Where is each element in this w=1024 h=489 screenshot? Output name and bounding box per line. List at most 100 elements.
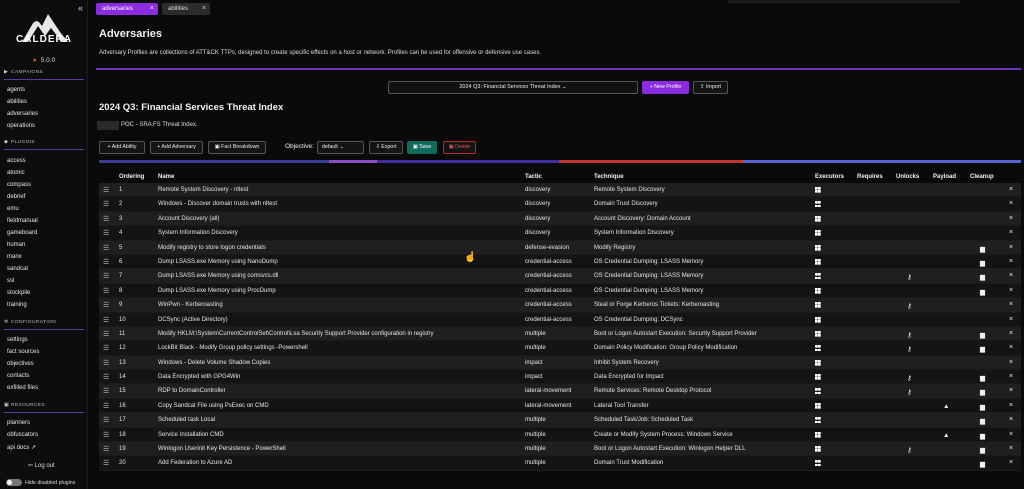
sidebar-item-gameboard[interactable]: gameboard — [7, 230, 37, 236]
remove-row-icon[interactable]: × — [1009, 186, 1013, 193]
drag-handle-icon[interactable]: ☰ — [103, 272, 109, 280]
drag-handle-icon[interactable]: ☰ — [103, 200, 109, 208]
table-row[interactable]: ☰ 20 Add Federation to Azure AD multiple Dom… — [99, 456, 1021, 471]
sidebar-item-planners[interactable]: planners — [7, 420, 30, 426]
sidebar-item-manx[interactable]: manx — [7, 254, 22, 260]
table-row[interactable]: ☰ 10 DCSync (Active Directory) credential-a… — [99, 312, 1021, 327]
sidebar-item-emu[interactable]: emu — [7, 206, 19, 212]
remove-row-icon[interactable]: × — [1009, 229, 1013, 236]
remove-row-icon[interactable]: × — [1009, 359, 1013, 366]
sidebar-item-training[interactable]: training — [7, 302, 27, 308]
add-ability-button[interactable]: + Add Ability — [99, 141, 145, 154]
remove-row-icon[interactable]: × — [1009, 258, 1013, 265]
sidebar-item-adversaries[interactable]: adversaries — [7, 111, 38, 117]
sidebar-item-access[interactable]: access — [7, 158, 26, 164]
remove-row-icon[interactable]: × — [1009, 387, 1013, 394]
remove-row-icon[interactable]: × — [1009, 215, 1013, 222]
drag-handle-icon[interactable]: ☰ — [103, 459, 109, 467]
drag-handle-icon[interactable]: ☰ — [103, 445, 109, 453]
remove-row-icon[interactable]: × — [1009, 287, 1013, 294]
sidebar-item-compass[interactable]: compass — [7, 182, 31, 188]
sidebar-item-fieldmanual[interactable]: fieldmanual — [7, 218, 38, 224]
drag-handle-icon[interactable]: ☰ — [103, 316, 109, 324]
table-row[interactable]: ☰ 1 Remote System Discovery - nltest discov… — [99, 183, 1021, 198]
objective-select[interactable]: default ⌄ — [317, 141, 364, 154]
remove-row-icon[interactable]: × — [1009, 373, 1013, 380]
close-icon[interactable]: × — [202, 3, 206, 15]
drag-handle-icon[interactable]: ☰ — [103, 186, 109, 194]
collapse-sidebar-icon[interactable]: « — [78, 3, 83, 13]
export-button[interactable]: ⇩ Export — [369, 141, 403, 154]
sidebar-item-sandcat[interactable]: sandcat — [7, 266, 28, 272]
sidebar-item-ssl[interactable]: ssl — [7, 278, 14, 284]
table-row[interactable]: ☰ 15 RDP to DomainController lateral-moveme… — [99, 384, 1021, 399]
table-row[interactable]: ☰ 4 System Information Discovery discovery S… — [99, 226, 1021, 241]
drag-handle-icon[interactable]: ☰ — [103, 330, 109, 338]
sidebar-item-fact-sources[interactable]: fact sources — [7, 349, 39, 355]
drag-handle-icon[interactable]: ☰ — [103, 258, 109, 266]
sidebar-item-exfilled-files[interactable]: exfilled files — [7, 385, 38, 391]
sidebar-item-debrief[interactable]: debrief — [7, 194, 25, 200]
tab-abilities[interactable]: abilities × — [162, 3, 210, 15]
remove-row-icon[interactable]: × — [1009, 402, 1013, 409]
table-row[interactable]: ☰ 14 Data Encrypted with GPG4Win impact Data… — [99, 370, 1021, 385]
remove-row-icon[interactable]: × — [1009, 445, 1013, 452]
remove-row-icon[interactable]: × — [1009, 244, 1013, 251]
table-row[interactable]: ☰ 2 Windows - Discover domain trusts with … — [99, 197, 1021, 212]
profile-select[interactable]: 2024 Q3: Financial Services Threat Index… — [388, 81, 638, 94]
tab-adversaries[interactable]: adversaries × — [96, 3, 158, 15]
fact-breakdown-button[interactable]: ▣ Fact Breakdown — [208, 141, 266, 154]
table-row[interactable]: ☰ 9 WinPwn - Kerberoasting credential-acces… — [99, 298, 1021, 313]
table-row[interactable]: ☰ 5 Modify registry to store logon credent… — [99, 240, 1021, 255]
drag-handle-icon[interactable]: ☰ — [103, 287, 109, 295]
sidebar-item-operations[interactable]: operations — [7, 123, 35, 129]
import-button[interactable]: ⇪ Import — [693, 81, 728, 94]
sidebar-item-stockpile[interactable]: stockpile — [7, 290, 30, 296]
add-adversary-button[interactable]: + Add Adversary — [150, 141, 203, 154]
new-profile-button[interactable]: + New Profile — [642, 81, 689, 94]
sidebar-item-obfuscators[interactable]: obfuscators — [7, 432, 38, 438]
table-row[interactable]: ☰ 13 Windows - Delete Volume Shadow Copies… — [99, 355, 1021, 371]
sidebar-item-agents[interactable]: agents — [7, 87, 25, 93]
save-button[interactable]: ▣ Save — [407, 141, 437, 154]
logout-button[interactable]: ⇦ Log out — [28, 462, 55, 469]
remove-row-icon[interactable]: × — [1009, 344, 1013, 351]
drag-handle-icon[interactable]: ☰ — [103, 373, 109, 381]
remove-row-icon[interactable]: × — [1009, 431, 1013, 438]
sidebar-item-contacts[interactable]: contacts — [7, 373, 29, 379]
drag-handle-icon[interactable]: ☰ — [103, 301, 109, 309]
sidebar-item-abilities[interactable]: abilities — [7, 99, 27, 105]
delete-button[interactable]: ▣ Delete — [443, 141, 476, 154]
table-row[interactable]: ☰ 8 Dump LSASS.exe Memory using ProcDump cr… — [99, 283, 1021, 299]
remove-row-icon[interactable]: × — [1009, 416, 1013, 423]
drag-handle-icon[interactable]: ☰ — [103, 416, 109, 424]
table-row[interactable]: ☰ 18 Service Installation CMD multiple Creat… — [99, 427, 1021, 443]
close-icon[interactable]: × — [150, 3, 154, 15]
table-row[interactable]: ☰ 6 Dump LSASS.exe Memory using NanoDump cr… — [99, 254, 1021, 270]
remove-row-icon[interactable]: × — [1009, 330, 1013, 337]
remove-row-icon[interactable]: × — [1009, 272, 1013, 279]
drag-handle-icon[interactable]: ☰ — [103, 215, 109, 223]
drag-handle-icon[interactable]: ☰ — [103, 244, 109, 252]
drag-handle-icon[interactable]: ☰ — [103, 344, 109, 352]
table-row[interactable]: ☰ 12 LockBit Black - Modify Group policy s… — [99, 341, 1021, 356]
sidebar-item-settings[interactable]: settings — [7, 337, 28, 343]
remove-row-icon[interactable]: × — [1009, 200, 1013, 207]
table-row[interactable]: ☰ 11 Modify HKLM:\System\CurrentControlSet… — [99, 326, 1021, 342]
sidebar-item-atomic[interactable]: atomic — [7, 170, 25, 176]
table-row[interactable]: ☰ 7 Dump LSASS.exe Memory using comsvcs.dl… — [99, 269, 1021, 284]
hide-disabled-plugins-toggle[interactable] — [6, 479, 22, 486]
table-row[interactable]: ☰ 17 Scheduled task Local multiple Scheduled… — [99, 413, 1021, 428]
sidebar-item-api-docs[interactable]: api docs ↗ — [7, 444, 36, 451]
sidebar-item-human[interactable]: human — [7, 242, 25, 248]
remove-row-icon[interactable]: × — [1009, 316, 1013, 323]
drag-handle-icon[interactable]: ☰ — [103, 229, 109, 237]
drag-handle-icon[interactable]: ☰ — [103, 387, 109, 395]
drag-handle-icon[interactable]: ☰ — [103, 402, 109, 410]
table-row[interactable]: ☰ 16 Copy Sandcat File using PsExec on CMD… — [99, 398, 1021, 414]
table-row[interactable]: ☰ 19 Winlogon Userinit Key Persistence - P… — [99, 442, 1021, 457]
remove-row-icon[interactable]: × — [1009, 459, 1013, 466]
drag-handle-icon[interactable]: ☰ — [103, 359, 109, 367]
sidebar-item-objectives[interactable]: objectives — [7, 361, 34, 367]
remove-row-icon[interactable]: × — [1009, 301, 1013, 308]
